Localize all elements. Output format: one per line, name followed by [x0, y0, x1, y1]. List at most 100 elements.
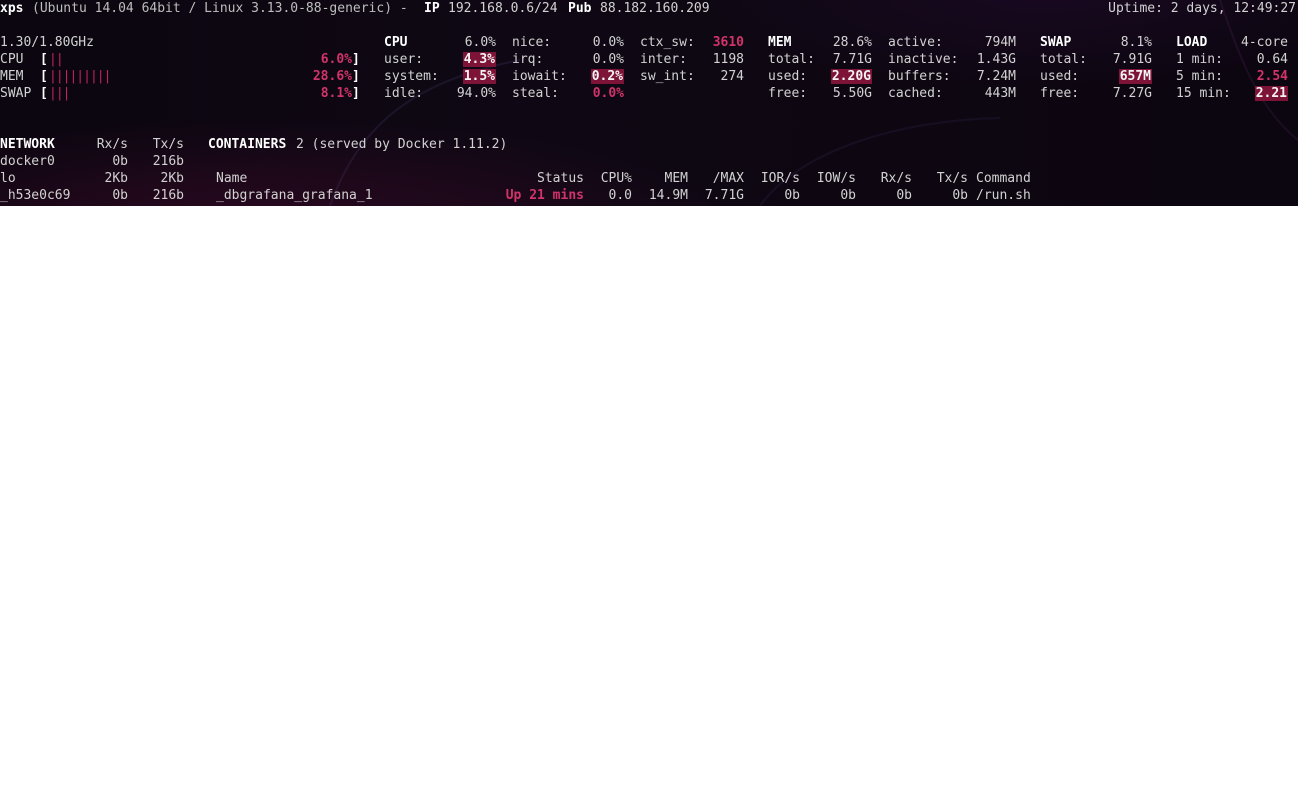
load-5min-label: 5 min: — [1176, 69, 1223, 84]
cpu-irq-value: 0.0% — [592, 52, 624, 67]
swap-title: SWAP — [1040, 35, 1072, 50]
load-title: LOAD — [1176, 35, 1208, 50]
cpu-nice-label: nice: — [512, 35, 552, 50]
cpu-ctx-sw-label: ctx_sw: — [640, 35, 695, 50]
cpu-frequency: 1.30/1.80GHz — [0, 35, 94, 50]
container-max: 7.71G — [704, 188, 744, 203]
containers-header-cpu: CPU% — [600, 171, 632, 186]
cpu-user-value: 4.3% — [462, 52, 496, 67]
cpu-sw-int-label: sw_int: — [640, 69, 695, 84]
cpu-irq-label: irq: — [512, 52, 544, 67]
containers-header-iow: IOW/s — [816, 171, 856, 186]
cpu-total: 6.0% — [464, 35, 496, 50]
load-15min-label: 15 min: — [1176, 86, 1231, 101]
quicklook-swap-open: [ — [40, 86, 48, 101]
network-interface-name: _h53e0c69 — [0, 188, 71, 203]
container-ior: 0b — [784, 188, 800, 203]
ip-label: IP — [424, 1, 440, 16]
network-interface-rx: 0b — [112, 188, 128, 203]
network-rx-header: Rx/s — [96, 137, 128, 152]
swap-free-label: free: — [1040, 86, 1080, 101]
glances-terminal: xps (Ubuntu 14.04 64bit / Linux 3.13.0-8… — [0, 0, 1298, 206]
quicklook-swap-percent: 8.1% — [320, 86, 352, 101]
mem-used-label: used: — [768, 69, 808, 84]
cpu-system-label: system: — [384, 69, 439, 84]
load-1min-value: 0.64 — [1256, 52, 1288, 67]
quicklook-cpu-label: CPU — [0, 52, 24, 67]
cpu-steal-label: steal: — [512, 86, 559, 101]
cpu-iowait-value: 0.2% — [590, 69, 624, 84]
container-iow: 0b — [840, 188, 856, 203]
cpu-nice-value: 0.0% — [592, 35, 624, 50]
quicklook-mem-close: ] — [352, 69, 360, 84]
quicklook-swap-label: SWAP — [0, 86, 32, 101]
containers-header-command: Command — [976, 171, 1031, 186]
cpu-idle-label: idle: — [384, 86, 424, 101]
container-mem: 14.9M — [648, 188, 688, 203]
network-interface-tx: 216b — [152, 188, 184, 203]
swap-used-label: used: — [1040, 69, 1080, 84]
container-tx: 0b — [952, 188, 968, 203]
containers-header-ior: IOR/s — [760, 171, 800, 186]
quicklook-mem-label: MEM — [0, 69, 24, 84]
quicklook-cpu-bar: || — [49, 52, 64, 67]
mem-inactive-value: 1.43G — [976, 52, 1016, 67]
mem-active-value: 794M — [984, 35, 1016, 50]
containers-header-name: Name — [216, 171, 248, 186]
load-5min-value: 2.54 — [1256, 69, 1288, 84]
container-command: /run.sh — [976, 188, 1031, 203]
swap-percent: 8.1% — [1120, 35, 1152, 50]
containers-header-tx: Tx/s — [936, 171, 968, 186]
cpu-ctx-sw-value: 3610 — [712, 35, 744, 50]
container-name: _dbgrafana_grafana_1 — [216, 188, 373, 203]
public-ip: 88.182.160.209 — [600, 1, 710, 16]
mem-active-label: active: — [888, 35, 943, 50]
cpu-idle-value: 94.0% — [456, 86, 496, 101]
network-interface-name: docker0 — [0, 154, 55, 169]
swap-free-value: 7.27G — [1112, 86, 1152, 101]
container-rx: 0b — [896, 188, 912, 203]
load-cores: 4-core — [1241, 35, 1288, 50]
container-cpu: 0.0 — [608, 188, 632, 203]
quicklook-swap-close: ] — [352, 86, 360, 101]
network-title: NETWORK — [0, 137, 55, 152]
mem-percent: 28.6% — [832, 35, 872, 50]
network-tx-header: Tx/s — [152, 137, 184, 152]
containers-summary: 2 (served by Docker 1.11.2) — [296, 137, 508, 152]
containers-title: CONTAINERS — [208, 137, 287, 152]
cpu-sw-int-value: 274 — [720, 69, 744, 84]
mem-free-label: free: — [768, 86, 808, 101]
os-info: (Ubuntu 14.04 64bit / Linux 3.13.0-88-ge… — [32, 1, 408, 16]
mem-free-value: 5.50G — [832, 86, 872, 101]
mem-cached-label: cached: — [888, 86, 943, 101]
mem-buffers-value: 7.24M — [976, 69, 1016, 84]
quicklook-cpu-open: [ — [40, 52, 48, 67]
cpu-inter-label: inter: — [640, 52, 687, 67]
containers-header-status: Status — [537, 171, 584, 186]
cpu-title: CPU — [384, 35, 408, 50]
ip-address: 192.168.0.6/24 — [448, 1, 558, 16]
mem-total-label: total: — [768, 52, 815, 67]
swap-used-value: 657M — [1118, 69, 1152, 84]
quicklook-mem-open: [ — [40, 69, 48, 84]
network-interface-tx: 216b — [152, 154, 184, 169]
pub-label: Pub — [568, 1, 592, 16]
container-status: Up 21 mins — [505, 188, 584, 203]
network-interface-rx: 0b — [112, 154, 128, 169]
cpu-steal-value: 0.0% — [592, 86, 624, 101]
network-interface-name: lo — [0, 171, 16, 186]
quicklook-cpu-percent: 6.0% — [320, 52, 352, 67]
quicklook-swap-bar: ||| — [49, 86, 71, 101]
swap-total-label: total: — [1040, 52, 1087, 67]
mem-used-value: 2.20G — [830, 69, 872, 84]
quicklook-cpu-close: ] — [352, 52, 360, 67]
cpu-user-label: user: — [384, 52, 424, 67]
load-1min-label: 1 min: — [1176, 52, 1223, 67]
containers-header-max: /MAX — [712, 171, 744, 186]
mem-total-value: 7.71G — [832, 52, 872, 67]
mem-cached-value: 443M — [984, 86, 1016, 101]
load-15min-value: 2.21 — [1254, 86, 1288, 101]
containers-header-mem: MEM — [664, 171, 688, 186]
hostname: xps — [0, 1, 24, 16]
network-interface-tx: 2Kb — [160, 171, 184, 186]
